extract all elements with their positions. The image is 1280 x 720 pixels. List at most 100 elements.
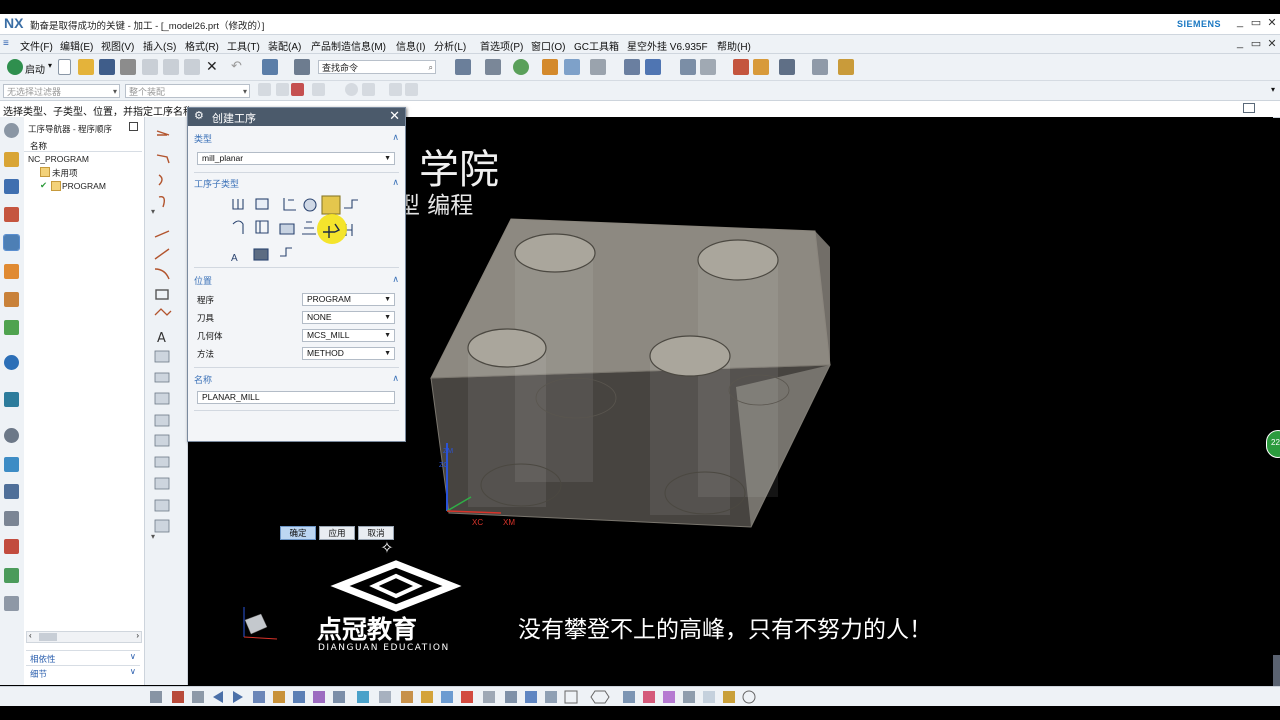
- cue-icon[interactable]: [1243, 103, 1255, 113]
- constraint-nav-icon[interactable]: [4, 179, 19, 194]
- undo-icon[interactable]: ↶: [231, 58, 242, 74]
- render-style-icon[interactable]: [485, 59, 501, 75]
- generate-toolpath-icon[interactable]: [733, 59, 749, 75]
- process-studio-icon[interactable]: [4, 568, 19, 583]
- doc-restore-button[interactable]: ▭: [1249, 37, 1263, 50]
- close-icon[interactable]: ✕: [389, 108, 400, 124]
- tree-item-unused[interactable]: 未用项: [52, 167, 78, 179]
- menu-format[interactable]: 格式(R): [185, 38, 219, 53]
- start-label[interactable]: 启动: [25, 61, 45, 76]
- box-select-icon[interactable]: [362, 83, 375, 96]
- pin-icon[interactable]: [129, 122, 138, 131]
- subtype-section-header[interactable]: 工序子类型 ∧: [194, 177, 399, 190]
- apply-button[interactable]: 应用: [319, 526, 355, 540]
- location-section-header[interactable]: 位置 ∧: [194, 274, 399, 287]
- menu-gc-toolbox[interactable]: GC工具箱: [574, 38, 619, 53]
- scroll-left-icon[interactable]: ‹: [29, 631, 32, 640]
- delete-icon[interactable]: ✕: [206, 58, 218, 75]
- layer-icon[interactable]: [542, 59, 558, 75]
- history-icon[interactable]: [4, 392, 19, 407]
- name-column-header[interactable]: 名称: [24, 139, 142, 152]
- view-select-icon[interactable]: [389, 83, 402, 96]
- roles-icon[interactable]: [4, 457, 19, 472]
- section-view-icon[interactable]: [624, 59, 640, 75]
- method-select[interactable]: METHOD ▼: [302, 347, 395, 360]
- close-button[interactable]: ✕: [1265, 16, 1279, 29]
- menu-preferences[interactable]: 首选项(P): [480, 38, 523, 53]
- background-icon[interactable]: [590, 59, 606, 75]
- palette-icon[interactable]: [4, 539, 19, 554]
- system-scene-icon[interactable]: [4, 484, 19, 499]
- selection-icon[interactable]: [700, 59, 716, 75]
- assembly-nav-icon[interactable]: [4, 152, 19, 167]
- ok-button[interactable]: 确定: [280, 526, 316, 540]
- postprocess-icon[interactable]: [779, 59, 795, 75]
- operation-name-input[interactable]: PLANAR_MILL: [197, 391, 395, 404]
- measure-icon[interactable]: [838, 59, 854, 75]
- shading-icon[interactable]: [513, 59, 529, 75]
- type-section-header[interactable]: 类型 ∧: [194, 132, 399, 145]
- minimize-button[interactable]: _: [1233, 16, 1247, 28]
- doc-close-button[interactable]: ✕: [1265, 37, 1279, 50]
- gear-icon[interactable]: ⚙: [194, 109, 204, 122]
- tool-library-icon[interactable]: [4, 511, 19, 526]
- side-badge[interactable]: 22: [1266, 430, 1280, 458]
- start-dropdown-icon[interactable]: ▾: [48, 61, 52, 70]
- save-icon[interactable]: [99, 59, 115, 75]
- cut-icon[interactable]: [142, 59, 158, 75]
- scroll-right-icon[interactable]: ›: [136, 631, 139, 640]
- part-model[interactable]: [430, 218, 831, 528]
- show-hide-icon[interactable]: [405, 83, 418, 96]
- web-browser-icon[interactable]: [4, 355, 19, 370]
- reuse-library-icon[interactable]: [4, 292, 19, 307]
- edit-section-icon[interactable]: [645, 59, 661, 75]
- doc-minimize-button[interactable]: _: [1233, 37, 1247, 49]
- command-search-input[interactable]: 查找命令 ⌕: [318, 60, 436, 74]
- tree-item-nc-program[interactable]: NC_PROGRAM: [28, 154, 89, 164]
- name-section-header[interactable]: 名称 ∧: [194, 373, 399, 386]
- dependencies-panel[interactable]: 相依性 ∨: [26, 650, 140, 664]
- settings-icon[interactable]: [4, 123, 19, 138]
- menu-tools[interactable]: 工具(T): [227, 38, 260, 53]
- menu-file[interactable]: 文件(F): [20, 38, 53, 53]
- menu-plugin[interactable]: 星空外挂 V6.935F: [627, 38, 708, 53]
- rotate-icon[interactable]: [312, 83, 325, 96]
- verify-toolpath-icon[interactable]: [753, 59, 769, 75]
- tree-item-program[interactable]: PROGRAM: [62, 181, 106, 191]
- copy-icon[interactable]: [163, 59, 179, 75]
- menu-insert[interactable]: 插入(S): [143, 38, 176, 53]
- menu-info[interactable]: 信息(I): [396, 38, 425, 53]
- machine-tool-icon[interactable]: [4, 264, 19, 279]
- menu-pmi[interactable]: 产品制造信息(M): [311, 38, 386, 53]
- snap-point-icon[interactable]: [276, 83, 289, 96]
- geometry-select[interactable]: MCS_MILL ▼: [302, 329, 395, 342]
- snap-icon[interactable]: [680, 59, 696, 75]
- details-panel[interactable]: 细节 ∨: [26, 665, 140, 679]
- orient-view-icon[interactable]: [564, 59, 580, 75]
- menu-assembly[interactable]: 装配(A): [268, 38, 301, 53]
- menu-icon[interactable]: ≡: [3, 38, 9, 49]
- window-icon[interactable]: [262, 59, 278, 75]
- menu-edit[interactable]: 编辑(E): [60, 38, 93, 53]
- horizontal-scrollbar[interactable]: ‹ ›: [26, 631, 142, 643]
- new-file-icon[interactable]: [58, 59, 71, 75]
- operation-nav-icon[interactable]: [3, 234, 20, 251]
- touch-mode-icon[interactable]: [294, 59, 310, 75]
- cancel-button[interactable]: 取消: [358, 526, 394, 540]
- assembly-filter-select[interactable]: 整个装配 ▾: [125, 84, 250, 98]
- paste-icon[interactable]: [184, 59, 200, 75]
- start-icon[interactable]: [7, 59, 23, 75]
- program-select[interactable]: PROGRAM ▼: [302, 293, 395, 306]
- print-icon[interactable]: [120, 59, 136, 75]
- type-select[interactable]: mill_planar ▼: [197, 152, 395, 165]
- menu-window[interactable]: 窗口(O): [531, 38, 565, 53]
- point-snap-icon[interactable]: [345, 83, 358, 96]
- type-filter-select[interactable]: 无选择过滤器 ▾: [3, 84, 120, 98]
- tool-select[interactable]: NONE ▼: [302, 311, 395, 324]
- menu-analysis[interactable]: 分析(L): [434, 38, 466, 53]
- menu-view[interactable]: 视图(V): [101, 38, 134, 53]
- filter-settings-icon[interactable]: [258, 83, 271, 96]
- select-feature-icon[interactable]: [291, 83, 304, 96]
- search-icon[interactable]: ⌕: [429, 61, 433, 75]
- part-nav-icon[interactable]: [4, 207, 19, 222]
